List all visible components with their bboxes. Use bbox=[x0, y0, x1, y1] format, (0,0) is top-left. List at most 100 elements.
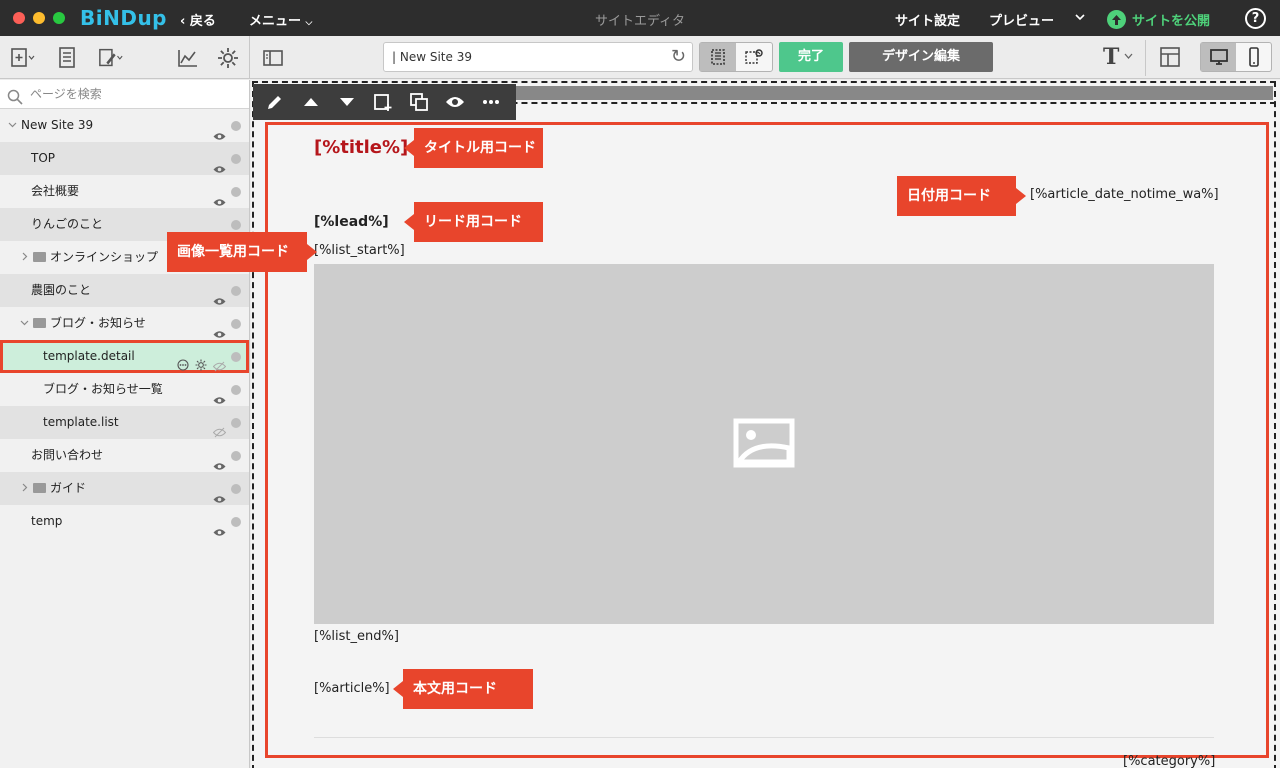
callout-arrow bbox=[404, 140, 414, 156]
sidebar-item-company[interactable]: 会社概要 bbox=[0, 175, 249, 208]
callout-arrow bbox=[393, 681, 403, 697]
article-code[interactable]: [%article%] bbox=[314, 681, 390, 696]
analytics-icon[interactable] bbox=[175, 45, 201, 71]
callout-arrow bbox=[1016, 188, 1026, 204]
image-placeholder[interactable] bbox=[314, 264, 1214, 624]
sidebar-item-top[interactable]: TOP bbox=[0, 142, 249, 175]
status-dot bbox=[231, 154, 241, 164]
chevron-down-icon[interactable] bbox=[20, 307, 29, 340]
page-search-input[interactable]: ページを検索 bbox=[0, 80, 249, 109]
lead-code[interactable]: [%lead%] bbox=[314, 214, 389, 230]
gear-icon[interactable] bbox=[215, 45, 241, 71]
chevron-right-icon[interactable] bbox=[20, 472, 29, 505]
sidebar-item-label: template.list bbox=[43, 415, 119, 429]
sidebar-item-label: template.detail bbox=[43, 349, 135, 363]
folder-icon bbox=[33, 252, 46, 262]
publish-label: サイトを公開 bbox=[1132, 14, 1211, 29]
window-title: サイトエディタ bbox=[594, 14, 686, 29]
date-callout: 日付用コード bbox=[897, 176, 1026, 216]
preview-button[interactable]: プレビュー bbox=[989, 10, 1054, 29]
sidebar-item-label: 会社概要 bbox=[31, 184, 80, 198]
sidebar-item-blog-list[interactable]: ブログ・お知らせ一覧 bbox=[0, 373, 249, 406]
sidebar-item-label: TOP bbox=[31, 151, 56, 165]
search-placeholder: ページを検索 bbox=[30, 87, 102, 101]
lead-callout: リード用コード bbox=[404, 202, 543, 242]
sidebar-item-label: オンラインショップ bbox=[50, 250, 159, 264]
title-code[interactable]: [%title%] bbox=[314, 137, 408, 158]
callout-label: タイトル用コード bbox=[424, 140, 536, 156]
add-page-icon[interactable] bbox=[10, 45, 36, 71]
folder-icon bbox=[33, 483, 46, 493]
status-dot bbox=[231, 121, 241, 131]
block-edit-toolbar bbox=[253, 84, 516, 120]
font-settings-icon[interactable]: T bbox=[1103, 44, 1119, 70]
site-settings-button[interactable]: サイト設定 bbox=[895, 10, 960, 29]
select-mode-segment bbox=[699, 42, 773, 72]
reload-icon[interactable]: ↻ bbox=[671, 47, 686, 67]
chevron-down-icon[interactable] bbox=[8, 109, 17, 142]
move-up-icon[interactable] bbox=[299, 91, 322, 114]
eye-icon[interactable] bbox=[443, 91, 466, 114]
sidebar-item-blog[interactable]: ブログ・お知らせ bbox=[0, 307, 249, 340]
sidebar-item-site-root[interactable]: New Site 39 bbox=[0, 109, 249, 142]
image-icon bbox=[733, 418, 795, 471]
status-dot bbox=[231, 220, 241, 230]
page-icon[interactable] bbox=[54, 45, 80, 71]
chevron-down-icon[interactable] bbox=[1124, 52, 1133, 62]
sidebar-item-label: ガイド bbox=[50, 481, 87, 495]
content-divider bbox=[314, 737, 1214, 738]
list-end-code[interactable]: [%list_end%] bbox=[314, 629, 399, 644]
device-switcher bbox=[1200, 42, 1272, 72]
article-callout: 本文用コード bbox=[393, 669, 533, 709]
help-icon[interactable]: ? bbox=[1245, 8, 1266, 29]
duplicate-icon[interactable] bbox=[407, 91, 430, 114]
callout-label: リード用コード bbox=[424, 214, 522, 230]
sidebar-item-farm[interactable]: 農園のこと bbox=[0, 274, 249, 307]
block-header-band bbox=[516, 86, 1273, 100]
status-dot bbox=[231, 385, 241, 395]
upload-icon bbox=[1107, 10, 1126, 29]
sidebar-toggle-icon[interactable] bbox=[260, 45, 286, 71]
page-url-field[interactable]: | New Site 39 ↻ bbox=[383, 42, 693, 72]
date-code[interactable]: [%article_date_notime_wa%] bbox=[1030, 187, 1219, 202]
sidebar-item-template-list[interactable]: template.list bbox=[0, 406, 249, 439]
more-icon[interactable] bbox=[479, 91, 502, 114]
design-edit-button[interactable]: デザイン編集 bbox=[849, 42, 993, 72]
sidebar-item-contact[interactable]: お問い合わせ bbox=[0, 439, 249, 472]
block-select-icon[interactable] bbox=[700, 43, 736, 71]
move-down-icon[interactable] bbox=[335, 91, 358, 114]
edit-page-icon[interactable] bbox=[98, 45, 124, 71]
status-dot bbox=[231, 451, 241, 461]
title-bar: BiNDup ‹ 戻る メニュー ⌵ サイトエディタ サイト設定 プレビュー サ… bbox=[0, 0, 1280, 36]
preview-dropdown-icon[interactable] bbox=[1075, 10, 1085, 25]
status-dot bbox=[231, 187, 241, 197]
sidebar-item-label: temp bbox=[31, 514, 63, 528]
eye-icon[interactable] bbox=[213, 517, 226, 550]
layout-icon[interactable] bbox=[1157, 44, 1183, 70]
category-code[interactable]: [%category%] bbox=[1123, 754, 1215, 768]
status-dot bbox=[231, 517, 241, 527]
callout-label: 本文用コード bbox=[413, 681, 497, 697]
toolbar-divider bbox=[1145, 40, 1146, 76]
list-start-code[interactable]: [%list_start%] bbox=[314, 243, 405, 258]
callout-arrow bbox=[404, 214, 414, 230]
area-select-icon[interactable] bbox=[736, 43, 772, 71]
add-block-icon[interactable] bbox=[371, 91, 394, 114]
chevron-right-icon[interactable] bbox=[20, 241, 29, 274]
status-dot bbox=[231, 319, 241, 329]
sidebar-item-template-detail[interactable]: template.detail bbox=[0, 340, 249, 373]
sidebar-item-label: ブログ・お知らせ一覧 bbox=[43, 382, 163, 396]
done-button[interactable]: 完了 bbox=[779, 42, 843, 72]
sidebar-item-temp[interactable]: temp bbox=[0, 505, 249, 538]
sidebar-item-label: ブログ・お知らせ bbox=[50, 316, 146, 330]
sidebar-item-guide[interactable]: ガイド bbox=[0, 472, 249, 505]
status-dot bbox=[231, 286, 241, 296]
publish-site-button[interactable]: サイトを公開 bbox=[1107, 10, 1210, 29]
page-tree-sidebar: ページを検索 New Site 39 TOP 会社概要 りんごのこと オンライン… bbox=[0, 80, 250, 768]
callout-label: 画像一覧用コード bbox=[177, 244, 289, 260]
callout-arrow bbox=[307, 244, 317, 260]
pencil-icon[interactable] bbox=[263, 91, 286, 114]
smartphone-icon[interactable] bbox=[1236, 43, 1271, 71]
sidebar-item-label: 農園のこと bbox=[31, 283, 92, 297]
desktop-icon[interactable] bbox=[1201, 43, 1236, 71]
